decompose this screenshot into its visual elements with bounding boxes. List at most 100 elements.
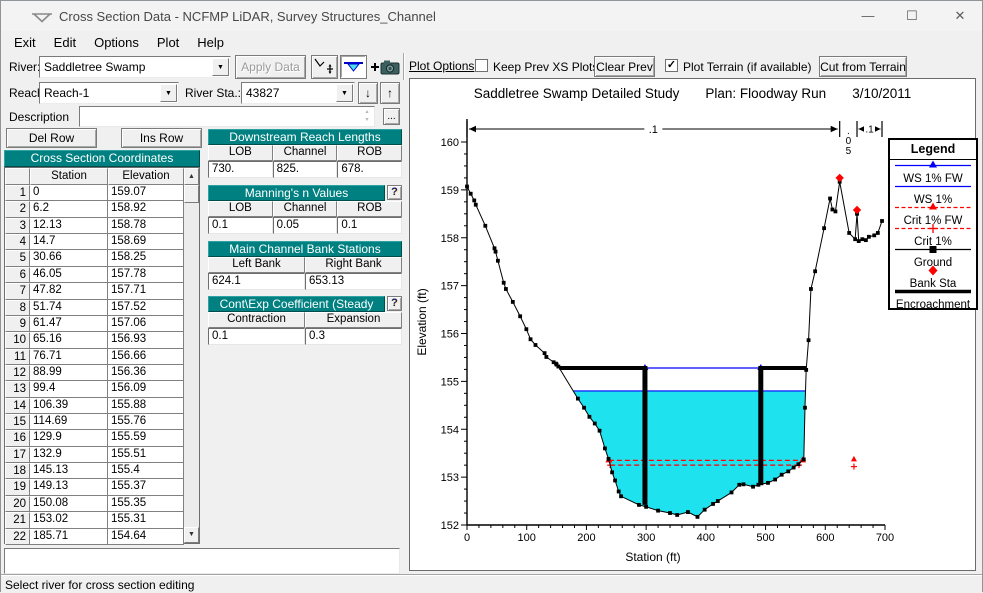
crit-symbol-icon [893,223,973,234]
chevron-down-icon[interactable]: ▼ [336,84,353,102]
elevation-cell[interactable]: 157.06 [108,316,184,332]
elevation-cell[interactable]: 155.35 [108,496,184,512]
graphical-xs-edit-button[interactable] [311,55,338,79]
mannings-n-value-2[interactable]: 0.1 [337,217,402,234]
elevation-cell[interactable]: 156.93 [108,332,184,348]
ground-point [813,269,817,273]
add-picture-button[interactable] [369,55,401,79]
reach-lengths-value-0[interactable]: 730. [208,161,273,178]
elevation-cell[interactable]: 155.37 [108,479,184,495]
menu-item-exit[interactable]: Exit [5,33,45,52]
station-cell[interactable]: 150.08 [30,496,108,512]
clear-prev-button[interactable]: Clear Prev [594,56,655,77]
keep-prev-label[interactable]: Keep Prev XS Plots [493,60,598,74]
station-cell[interactable]: 6.2 [30,201,108,217]
station-cell[interactable]: 129.9 [30,430,108,446]
reach-select[interactable]: Reach-1 ▼ [39,82,179,104]
apply-data-button[interactable]: Apply Data [235,55,306,79]
next-downstream-button[interactable]: ↓ [358,82,378,104]
station-cell[interactable]: 106.39 [30,398,108,414]
station-cell[interactable]: 47.82 [30,283,108,299]
elevation-cell[interactable]: 157.71 [108,283,184,299]
station-cell[interactable]: 61.47 [30,316,108,332]
scroll-down-icon[interactable]: ▼ [184,527,199,543]
chevron-down-icon[interactable]: ▼ [212,58,229,76]
ground-point [613,479,617,483]
station-cell[interactable]: 132.9 [30,447,108,463]
menu-item-help[interactable]: Help [188,33,233,52]
station-cell[interactable]: 114.69 [30,414,108,430]
station-cell[interactable]: 12.13 [30,218,108,234]
elevation-cell[interactable]: 155.59 [108,430,184,446]
description-spinner[interactable]: ▴▾ [362,108,372,124]
station-cell[interactable]: 185.71 [30,529,108,545]
bank-stations-value-1[interactable]: 653.13 [305,273,402,290]
table-scrollbar[interactable]: ▲ ▼ [184,168,199,543]
station-cell[interactable]: 153.02 [30,512,108,528]
cont-exp-value-0[interactable]: 0.1 [208,328,305,345]
scrollbar-thumb[interactable] [184,185,199,203]
plot-terrain-checkbox[interactable]: ✓ [665,59,678,72]
reach-lengths-value-1[interactable]: 825. [273,161,338,178]
station-cell[interactable]: 149.13 [30,479,108,495]
menu-item-edit[interactable]: Edit [45,33,85,52]
chevron-down-icon[interactable]: ▼ [160,84,177,102]
station-cell[interactable]: 0 [30,185,108,201]
elevation-cell[interactable]: 156.36 [108,365,184,381]
elevation-cell[interactable]: 158.25 [108,250,184,266]
description-field[interactable]: ▴▾ [79,106,375,127]
menu-item-plot[interactable]: Plot [148,33,188,52]
station-cell[interactable]: 99.4 [30,381,108,397]
elevation-cell[interactable]: 157.52 [108,300,184,316]
station-cell[interactable]: 145.13 [30,463,108,479]
next-upstream-button[interactable]: ↑ [380,82,400,104]
elevation-cell[interactable]: 158.78 [108,218,184,234]
ws-symbol-icon [893,181,973,192]
elevation-cell[interactable]: 156.09 [108,381,184,397]
mannings-n-value-1[interactable]: 0.05 [273,217,338,234]
elevation-cell[interactable]: 156.66 [108,349,184,365]
del-row-button[interactable]: Del Row [6,128,97,148]
station-cell[interactable]: 65.16 [30,332,108,348]
elevation-cell[interactable]: 155.88 [108,398,184,414]
minimize-button[interactable]: — [853,5,883,27]
cut-from-terrain-button[interactable]: Cut from Terrain [819,56,907,77]
close-button[interactable]: ✕ [945,5,975,27]
ground-point [696,515,700,519]
station-cell[interactable]: 14.7 [30,234,108,250]
table-row: 10159.07 [5,185,199,201]
station-cell[interactable]: 76.71 [30,349,108,365]
elevation-cell[interactable]: 155.4 [108,463,184,479]
station-cell[interactable]: 30.66 [30,250,108,266]
notes-field[interactable] [4,548,400,574]
scroll-up-icon[interactable]: ▲ [184,168,199,185]
elevation-cell[interactable]: 155.76 [108,414,184,430]
elevation-cell[interactable]: 157.78 [108,267,184,283]
station-cell[interactable]: 46.05 [30,267,108,283]
plot-options-link[interactable]: Plot Options [409,59,474,73]
help-button-cont-exp[interactable]: ? [387,296,402,311]
river-select[interactable]: Saddletree Swamp ▼ [39,56,231,78]
mannings-n-value-0[interactable]: 0.1 [208,217,273,234]
reach-lengths-value-2[interactable]: 678. [337,161,402,178]
cont-exp-value-1[interactable]: 0.3 [305,328,402,345]
channel-design-button[interactable] [340,55,367,79]
plot-terrain-label[interactable]: Plot Terrain (if available) [683,60,812,74]
station-cell[interactable]: 88.99 [30,365,108,381]
elevation-cell[interactable]: 159.07 [108,185,184,201]
menu-item-options[interactable]: Options [85,33,148,52]
maximize-button[interactable]: ☐ [897,5,927,27]
elevation-cell[interactable]: 154.64 [108,529,184,545]
row-number: 4 [5,234,30,250]
elevation-cell[interactable]: 155.31 [108,512,184,528]
description-expand-button[interactable]: ... [383,108,400,125]
keep-prev-checkbox[interactable] [475,59,488,72]
help-button-mannings-n[interactable]: ? [387,185,402,200]
ins-row-button[interactable]: Ins Row [121,128,202,148]
bank-stations-value-0[interactable]: 624.1 [208,273,305,290]
elevation-cell[interactable]: 158.92 [108,201,184,217]
river-sta-select[interactable]: 43827 ▼ [241,82,355,104]
elevation-cell[interactable]: 158.69 [108,234,184,250]
elevation-cell[interactable]: 155.51 [108,447,184,463]
station-cell[interactable]: 51.74 [30,300,108,316]
